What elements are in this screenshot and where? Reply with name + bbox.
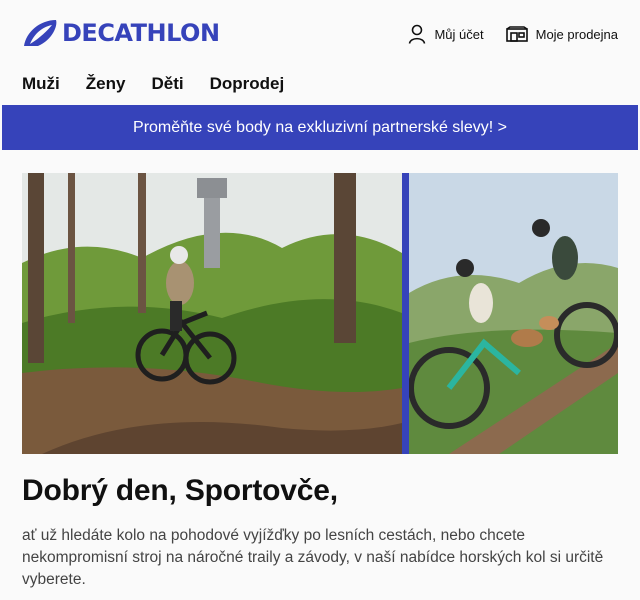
decathlon-logo[interactable]: DECATHLON bbox=[22, 18, 220, 48]
my-store-link[interactable]: Moje prodejna bbox=[505, 26, 618, 42]
store-icon bbox=[505, 26, 528, 42]
cyclists-with-dogs-hill-photo bbox=[409, 173, 618, 454]
hero-banner[interactable] bbox=[22, 173, 618, 454]
promo-text: Proměňte své body na exkluzivní partners… bbox=[133, 118, 507, 136]
nav-item-sale[interactable]: Doprodej bbox=[210, 74, 285, 94]
nav-item-men[interactable]: Muži bbox=[22, 74, 60, 94]
person-icon bbox=[409, 24, 426, 44]
greeting-heading: Dobrý den, Sportovče, bbox=[22, 474, 338, 507]
my-account-link[interactable]: Můj účet bbox=[408, 24, 484, 44]
promo-banner[interactable]: Proměňte své body na exkluzivní partners… bbox=[2, 105, 638, 150]
hero-divider bbox=[402, 173, 409, 454]
my-account-label: Můj účet bbox=[434, 26, 484, 42]
brand-name: DECATHLON bbox=[62, 19, 220, 47]
intro-paragraph: ať už hledáte kolo na pohodové vyjížďky … bbox=[22, 527, 604, 588]
logo-swoosh-icon bbox=[24, 20, 57, 46]
my-store-label: Moje prodejna bbox=[535, 26, 618, 42]
nav-item-kids[interactable]: Děti bbox=[151, 74, 183, 94]
nav-item-women[interactable]: Ženy bbox=[86, 74, 126, 94]
main-nav: Muži Ženy Děti Doprodej bbox=[22, 74, 284, 94]
mountain-biker-forest-trail-photo bbox=[22, 173, 402, 454]
header: DECATHLON Můj účet Moje prodejna bbox=[0, 0, 640, 58]
